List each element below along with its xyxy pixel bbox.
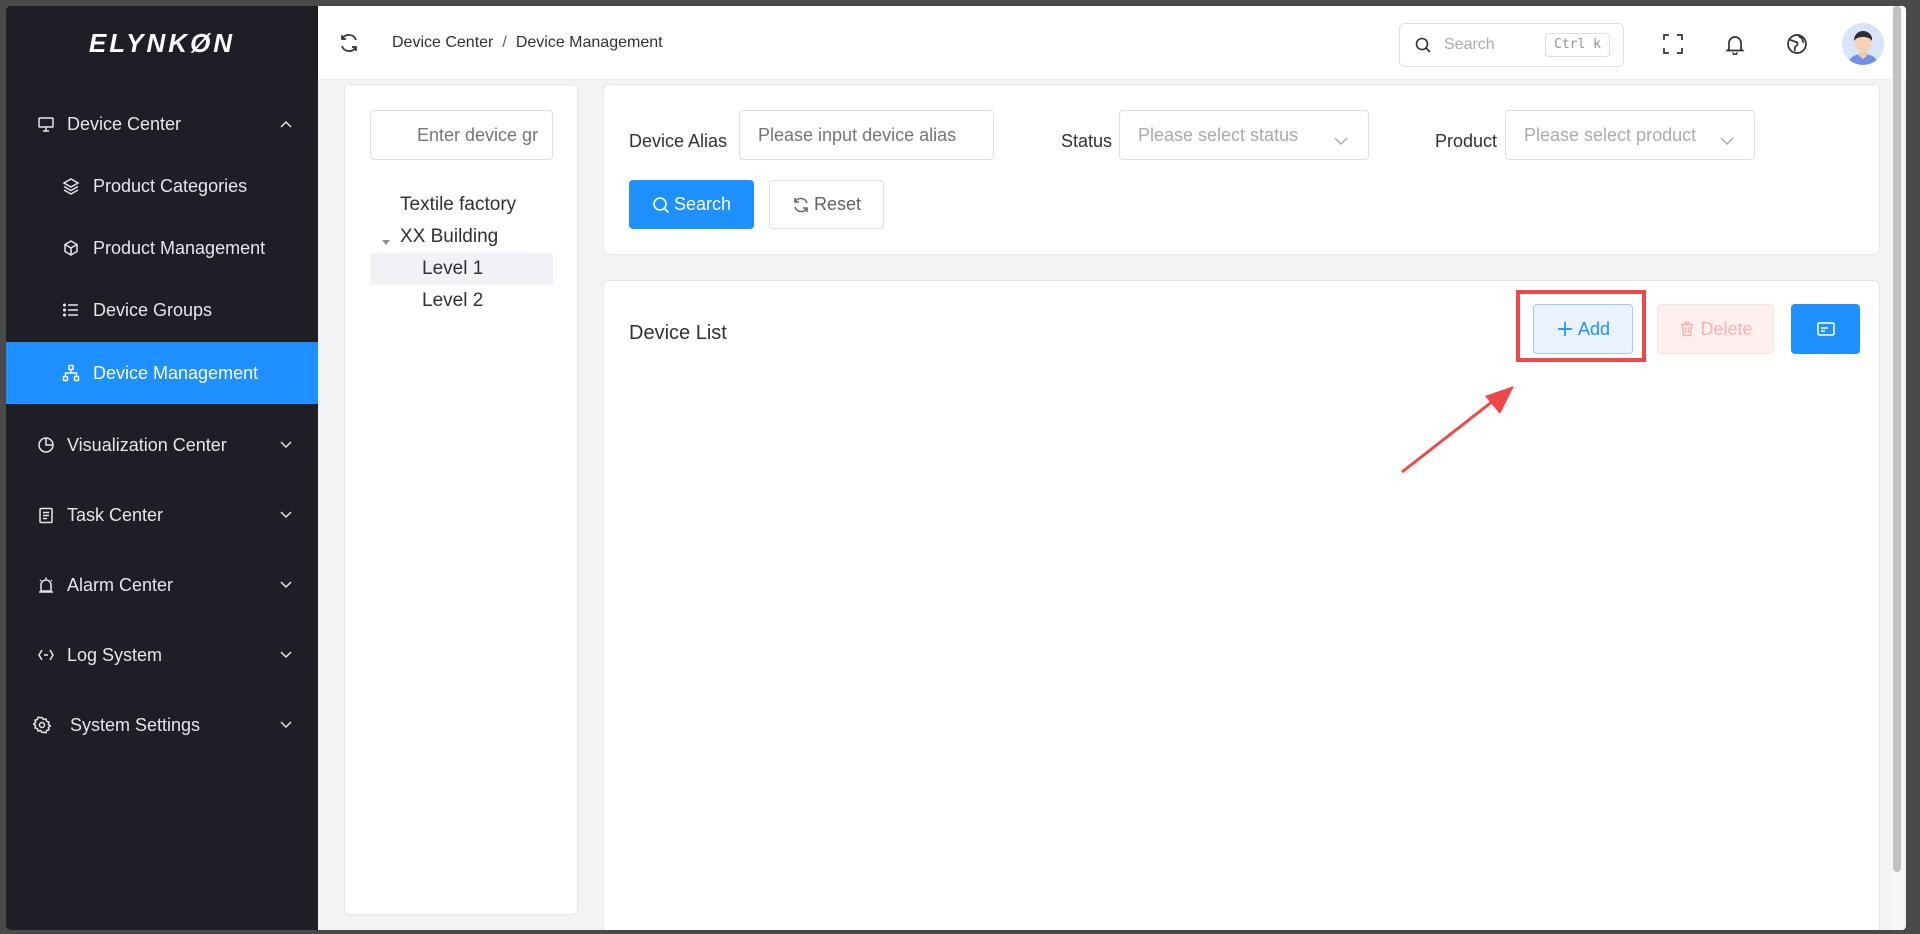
device-alias-label: Device Alias: [629, 131, 728, 151]
tree-node-xx-building[interactable]: XX Building: [400, 221, 498, 253]
app-window: ELYNKØN Device Center Product Categories…: [6, 6, 1906, 930]
sidebar-item-product-management[interactable]: Product Management: [6, 217, 318, 279]
sidebar-group-alarm-center[interactable]: Alarm Center: [6, 554, 318, 616]
code-icon: [36, 645, 56, 665]
list-icon: [61, 300, 81, 320]
global-search[interactable]: Search Ctrl k: [1399, 23, 1624, 67]
chevron-down-icon: [280, 719, 292, 731]
fullscreen-icon[interactable]: [1661, 32, 1685, 56]
sidebar-group-label: Visualization Center: [67, 434, 227, 455]
sidebar-group-label: System Settings: [70, 714, 201, 735]
card-icon: [1816, 322, 1835, 336]
pie-chart-icon: [36, 435, 56, 455]
status-select-placeholder: Please select status: [1138, 124, 1299, 145]
gear-icon: [32, 715, 52, 735]
chevron-down-icon: [1334, 130, 1348, 146]
breadcrumb-item[interactable]: Device Center: [392, 34, 493, 52]
breadcrumb-item-current: Device Management: [515, 34, 663, 51]
avatar[interactable]: [1842, 23, 1884, 65]
bell-icon[interactable]: [1723, 32, 1747, 56]
alarm-icon: [36, 575, 56, 595]
column-settings-button[interactable]: [1791, 304, 1860, 354]
chevron-down-icon: [280, 649, 292, 661]
sidebar-item-label: Device Management: [93, 362, 259, 383]
add-device-button[interactable]: Add: [1533, 304, 1633, 354]
monitor-icon: [36, 114, 56, 134]
status-label: Status: [1061, 131, 1113, 151]
caret-down-icon[interactable]: [380, 235, 392, 247]
tree-node-level-2[interactable]: Level 2: [422, 285, 483, 317]
chevron-down-icon: [1720, 130, 1734, 146]
refresh-icon[interactable]: [338, 32, 360, 54]
search-button-label: Search: [673, 194, 732, 214]
page-scrollbar[interactable]: [1892, 6, 1904, 930]
filter-panel: Device Alias Status Please select status…: [603, 84, 1880, 255]
tree-node-level-1[interactable]: Level 1: [370, 253, 553, 285]
reset-button[interactable]: Reset: [769, 180, 884, 229]
top-header: Device Center / Device Management Search…: [318, 6, 1906, 80]
chevron-up-icon: [280, 118, 292, 130]
chevron-down-icon: [280, 439, 292, 451]
plus-icon: [1557, 322, 1572, 336]
add-button-label: Add: [1577, 318, 1611, 339]
org-chart-icon: [61, 363, 81, 383]
product-select-placeholder: Please select product: [1524, 124, 1697, 145]
reset-button-label: Reset: [813, 194, 862, 214]
sidebar-group-task-center[interactable]: Task Center: [6, 484, 318, 546]
sidebar-group-label: Log System: [67, 644, 163, 665]
tree-node-textile-factory[interactable]: Textile factory: [400, 189, 516, 221]
group-tree-panel: Textile factory XX Building Level 1 Leve…: [344, 84, 578, 915]
sidebar-item-product-categories[interactable]: Product Categories: [6, 155, 318, 217]
search-shortcut-hint: Ctrl k: [1545, 33, 1610, 57]
search-icon: [1414, 36, 1432, 54]
sidebar-item-label: Device Groups: [93, 299, 213, 320]
scrollbar-thumb[interactable]: [1893, 6, 1901, 872]
product-select[interactable]: Please select product: [1505, 110, 1755, 160]
sidebar-group-label: Task Center: [67, 504, 164, 525]
chevron-down-icon: [280, 579, 292, 591]
status-select[interactable]: Please select status: [1119, 110, 1369, 160]
breadcrumb: Device Center / Device Management: [392, 34, 663, 52]
sidebar-item-device-management[interactable]: Device Management: [6, 342, 318, 404]
device-list-title: Device List: [629, 322, 727, 344]
global-search-placeholder: Search: [1444, 36, 1495, 53]
sidebar-group-system-settings[interactable]: System Settings: [6, 694, 318, 756]
cube-icon: [61, 238, 81, 258]
sidebar: ELYNKØN Device Center Product Categories…: [6, 6, 318, 930]
clipboard-icon: [36, 505, 56, 525]
search-button[interactable]: Search: [629, 180, 754, 229]
group-tree-filter-input[interactable]: [370, 110, 553, 160]
chevron-down-icon: [280, 509, 292, 521]
app-logo: ELYNKØN: [88, 27, 236, 58]
sidebar-group-device-center[interactable]: Device Center: [6, 93, 318, 155]
breadcrumb-separator: /: [502, 34, 507, 51]
language-globe-icon[interactable]: [1785, 32, 1809, 56]
trash-icon: [1681, 321, 1694, 337]
sidebar-group-log-system[interactable]: Log System: [6, 624, 318, 686]
delete-device-button[interactable]: Delete: [1657, 304, 1774, 354]
refresh-icon: [794, 197, 808, 212]
sidebar-group-label: Device Center: [67, 113, 182, 134]
sidebar-group-label: Alarm Center: [67, 574, 174, 595]
sidebar-item-label: Product Management: [93, 237, 266, 258]
product-label: Product: [1435, 131, 1498, 151]
layers-icon: [61, 176, 81, 196]
device-list-panel: Device List Add Delete: [603, 280, 1880, 930]
sidebar-item-label: Product Categories: [93, 175, 248, 196]
sidebar-item-device-groups[interactable]: Device Groups: [6, 279, 318, 341]
sidebar-group-visualization-center[interactable]: Visualization Center: [6, 414, 318, 476]
device-alias-input[interactable]: [739, 110, 994, 160]
delete-button-label: Delete: [1700, 318, 1753, 339]
search-icon: [653, 196, 670, 213]
